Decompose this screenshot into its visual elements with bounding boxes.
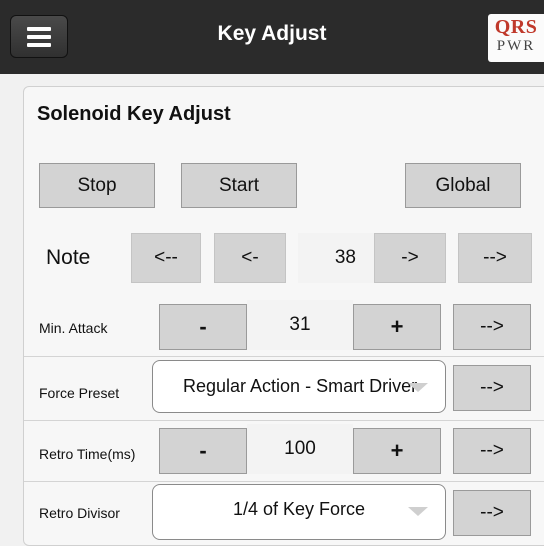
retro-time-value: 100 — [247, 424, 353, 474]
force-preset-label: Force Preset — [39, 385, 120, 401]
min-attack-plus-button[interactable]: + — [353, 304, 441, 350]
panel-title: Solenoid Key Adjust — [37, 103, 231, 125]
retro-time-apply-button[interactable]: --> — [453, 428, 531, 474]
note-value: 38 — [298, 233, 374, 283]
page-title: Key Adjust — [217, 22, 327, 45]
note-forward-far-button[interactable]: --> — [458, 233, 532, 283]
qrs-pwr-logo: QRS PWR — [488, 14, 544, 62]
note-label: Note — [46, 246, 91, 269]
row-divider — [24, 481, 544, 482]
force-preset-selected: Regular Action - Smart Driver — [183, 376, 418, 396]
logo-text-bottom: PWR — [496, 38, 536, 54]
chevron-down-icon — [408, 383, 428, 392]
note-back-button[interactable]: <- — [214, 233, 286, 283]
retro-time-label: Retro Time(ms) — [39, 446, 136, 462]
retro-divisor-apply-button[interactable]: --> — [453, 490, 531, 536]
chevron-down-icon — [408, 507, 428, 516]
note-forward-button[interactable]: -> — [374, 233, 446, 283]
row-divider — [24, 356, 544, 357]
force-preset-apply-button[interactable]: --> — [453, 365, 531, 411]
min-attack-value: 31 — [247, 300, 353, 350]
stop-button[interactable]: Stop — [39, 163, 155, 208]
min-attack-minus-button[interactable]: - — [159, 304, 247, 350]
retro-divisor-selected: 1/4 of Key Force — [232, 498, 366, 519]
retro-time-minus-button[interactable]: - — [159, 428, 247, 474]
retro-time-plus-button[interactable]: + — [353, 428, 441, 474]
start-button[interactable]: Start — [181, 163, 297, 208]
global-button[interactable]: Global — [405, 163, 521, 208]
logo-text-top: QRS — [494, 16, 538, 38]
retro-divisor-select[interactable]: 1/4 of Key Force — [152, 484, 446, 540]
note-back-far-button[interactable]: <-- — [131, 233, 201, 283]
min-attack-label: Min. Attack — [39, 320, 108, 336]
row-divider — [24, 420, 544, 421]
retro-divisor-label: Retro Divisor — [39, 505, 120, 521]
force-preset-select[interactable]: Regular Action - Smart Driver — [152, 360, 446, 413]
min-attack-apply-button[interactable]: --> — [453, 304, 531, 350]
